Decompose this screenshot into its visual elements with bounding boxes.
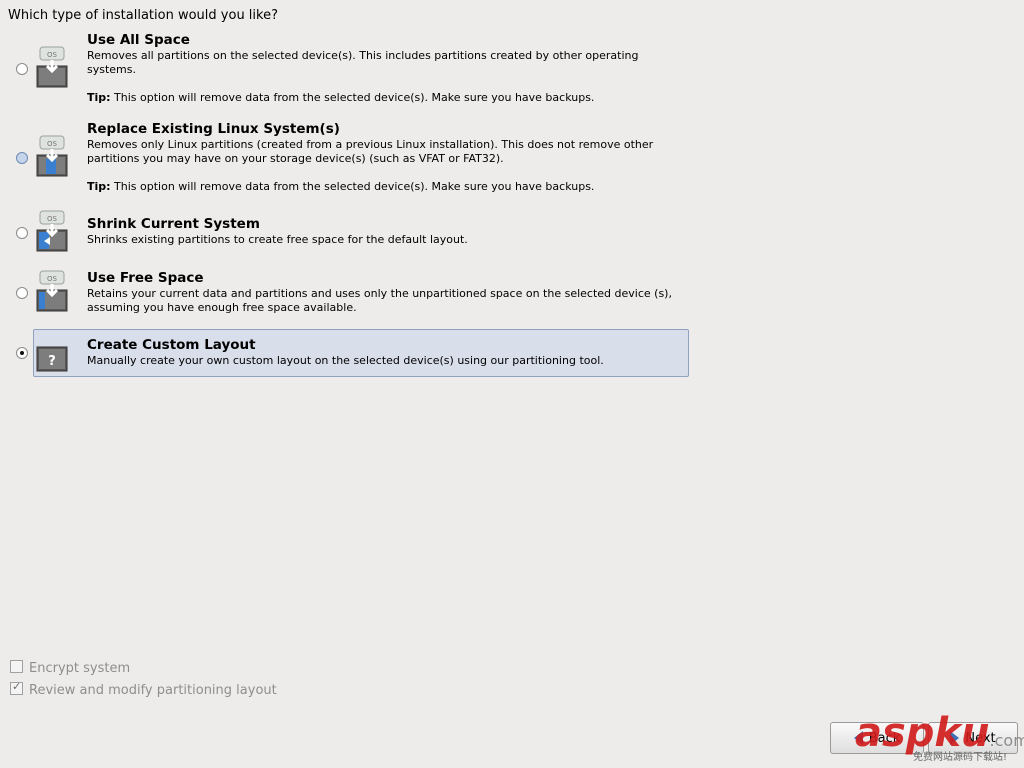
- radio-create-custom-layout[interactable]: [16, 347, 28, 359]
- os-badge: OS: [47, 51, 58, 59]
- checkbox-box[interactable]: [10, 680, 23, 695]
- back-button-label: Back: [868, 730, 901, 746]
- radio-replace-linux[interactable]: [16, 152, 28, 164]
- drive-os-shrink-icon: OS: [36, 210, 68, 252]
- option-replace-linux[interactable]: OS Replace Existing Linux System(s) Remo…: [0, 119, 700, 199]
- drive-os-icon: OS: [36, 46, 68, 88]
- next-arrow-icon: [950, 731, 960, 745]
- option-description: Manually create your own custom layout o…: [87, 354, 604, 367]
- option-description: Removes only Linux partitions (created f…: [87, 138, 654, 165]
- option-tip: Tip: This option will remove data from t…: [87, 180, 594, 193]
- next-button-label: Next: [965, 730, 996, 746]
- option-use-all-space[interactable]: OS Use All Space Removes all partitions …: [0, 30, 700, 110]
- drive-os-free-space-icon: OS: [36, 270, 68, 312]
- back-arrow-icon: [853, 731, 863, 745]
- tip-label: Tip:: [87, 180, 111, 193]
- os-badge: OS: [47, 215, 58, 223]
- option-description: Shrinks existing partitions to create fr…: [87, 233, 468, 246]
- tip-text: This option will remove data from the se…: [114, 180, 595, 193]
- checkbox-box[interactable]: [10, 660, 23, 673]
- option-title: Shrink Current System: [87, 216, 260, 232]
- custom-layout-question-icon: ?: [36, 346, 68, 372]
- option-use-free-space[interactable]: OS Use Free Space Retains your current d…: [0, 268, 700, 318]
- option-title: Use All Space: [87, 32, 190, 48]
- option-shrink-current[interactable]: OS Shrink Current System Shrinks existin…: [0, 210, 700, 258]
- option-title: Replace Existing Linux System(s): [87, 121, 340, 137]
- question-badge: ?: [48, 354, 56, 369]
- question-label: Which type of installation would you lik…: [8, 8, 278, 23]
- checkbox-label: Review and modify partitioning layout: [29, 683, 277, 698]
- tip-label: Tip:: [87, 91, 111, 104]
- checkbox-label: Encrypt system: [29, 661, 131, 676]
- option-tip: Tip: This option will remove data from t…: [87, 91, 594, 104]
- encrypt-system-checkbox[interactable]: Encrypt system: [10, 660, 130, 676]
- review-partitioning-checkbox[interactable]: Review and modify partitioning layout: [10, 680, 277, 698]
- back-button[interactable]: Back: [830, 722, 924, 754]
- option-description: Removes all partitions on the selected d…: [87, 49, 639, 76]
- radio-use-free-space[interactable]: [16, 287, 28, 299]
- os-badge: OS: [47, 140, 58, 148]
- drive-os-replace-icon: OS: [36, 135, 68, 177]
- next-button[interactable]: Next: [928, 722, 1018, 754]
- radio-shrink-current[interactable]: [16, 227, 28, 239]
- os-badge: OS: [47, 275, 58, 283]
- tip-text: This option will remove data from the se…: [114, 91, 595, 104]
- option-title: Create Custom Layout: [87, 337, 256, 353]
- radio-use-all-space[interactable]: [16, 63, 28, 75]
- option-description: Retains your current data and partitions…: [87, 287, 672, 314]
- option-create-custom-layout[interactable]: ? Create Custom Layout Manually create y…: [0, 335, 700, 375]
- option-title: Use Free Space: [87, 270, 204, 286]
